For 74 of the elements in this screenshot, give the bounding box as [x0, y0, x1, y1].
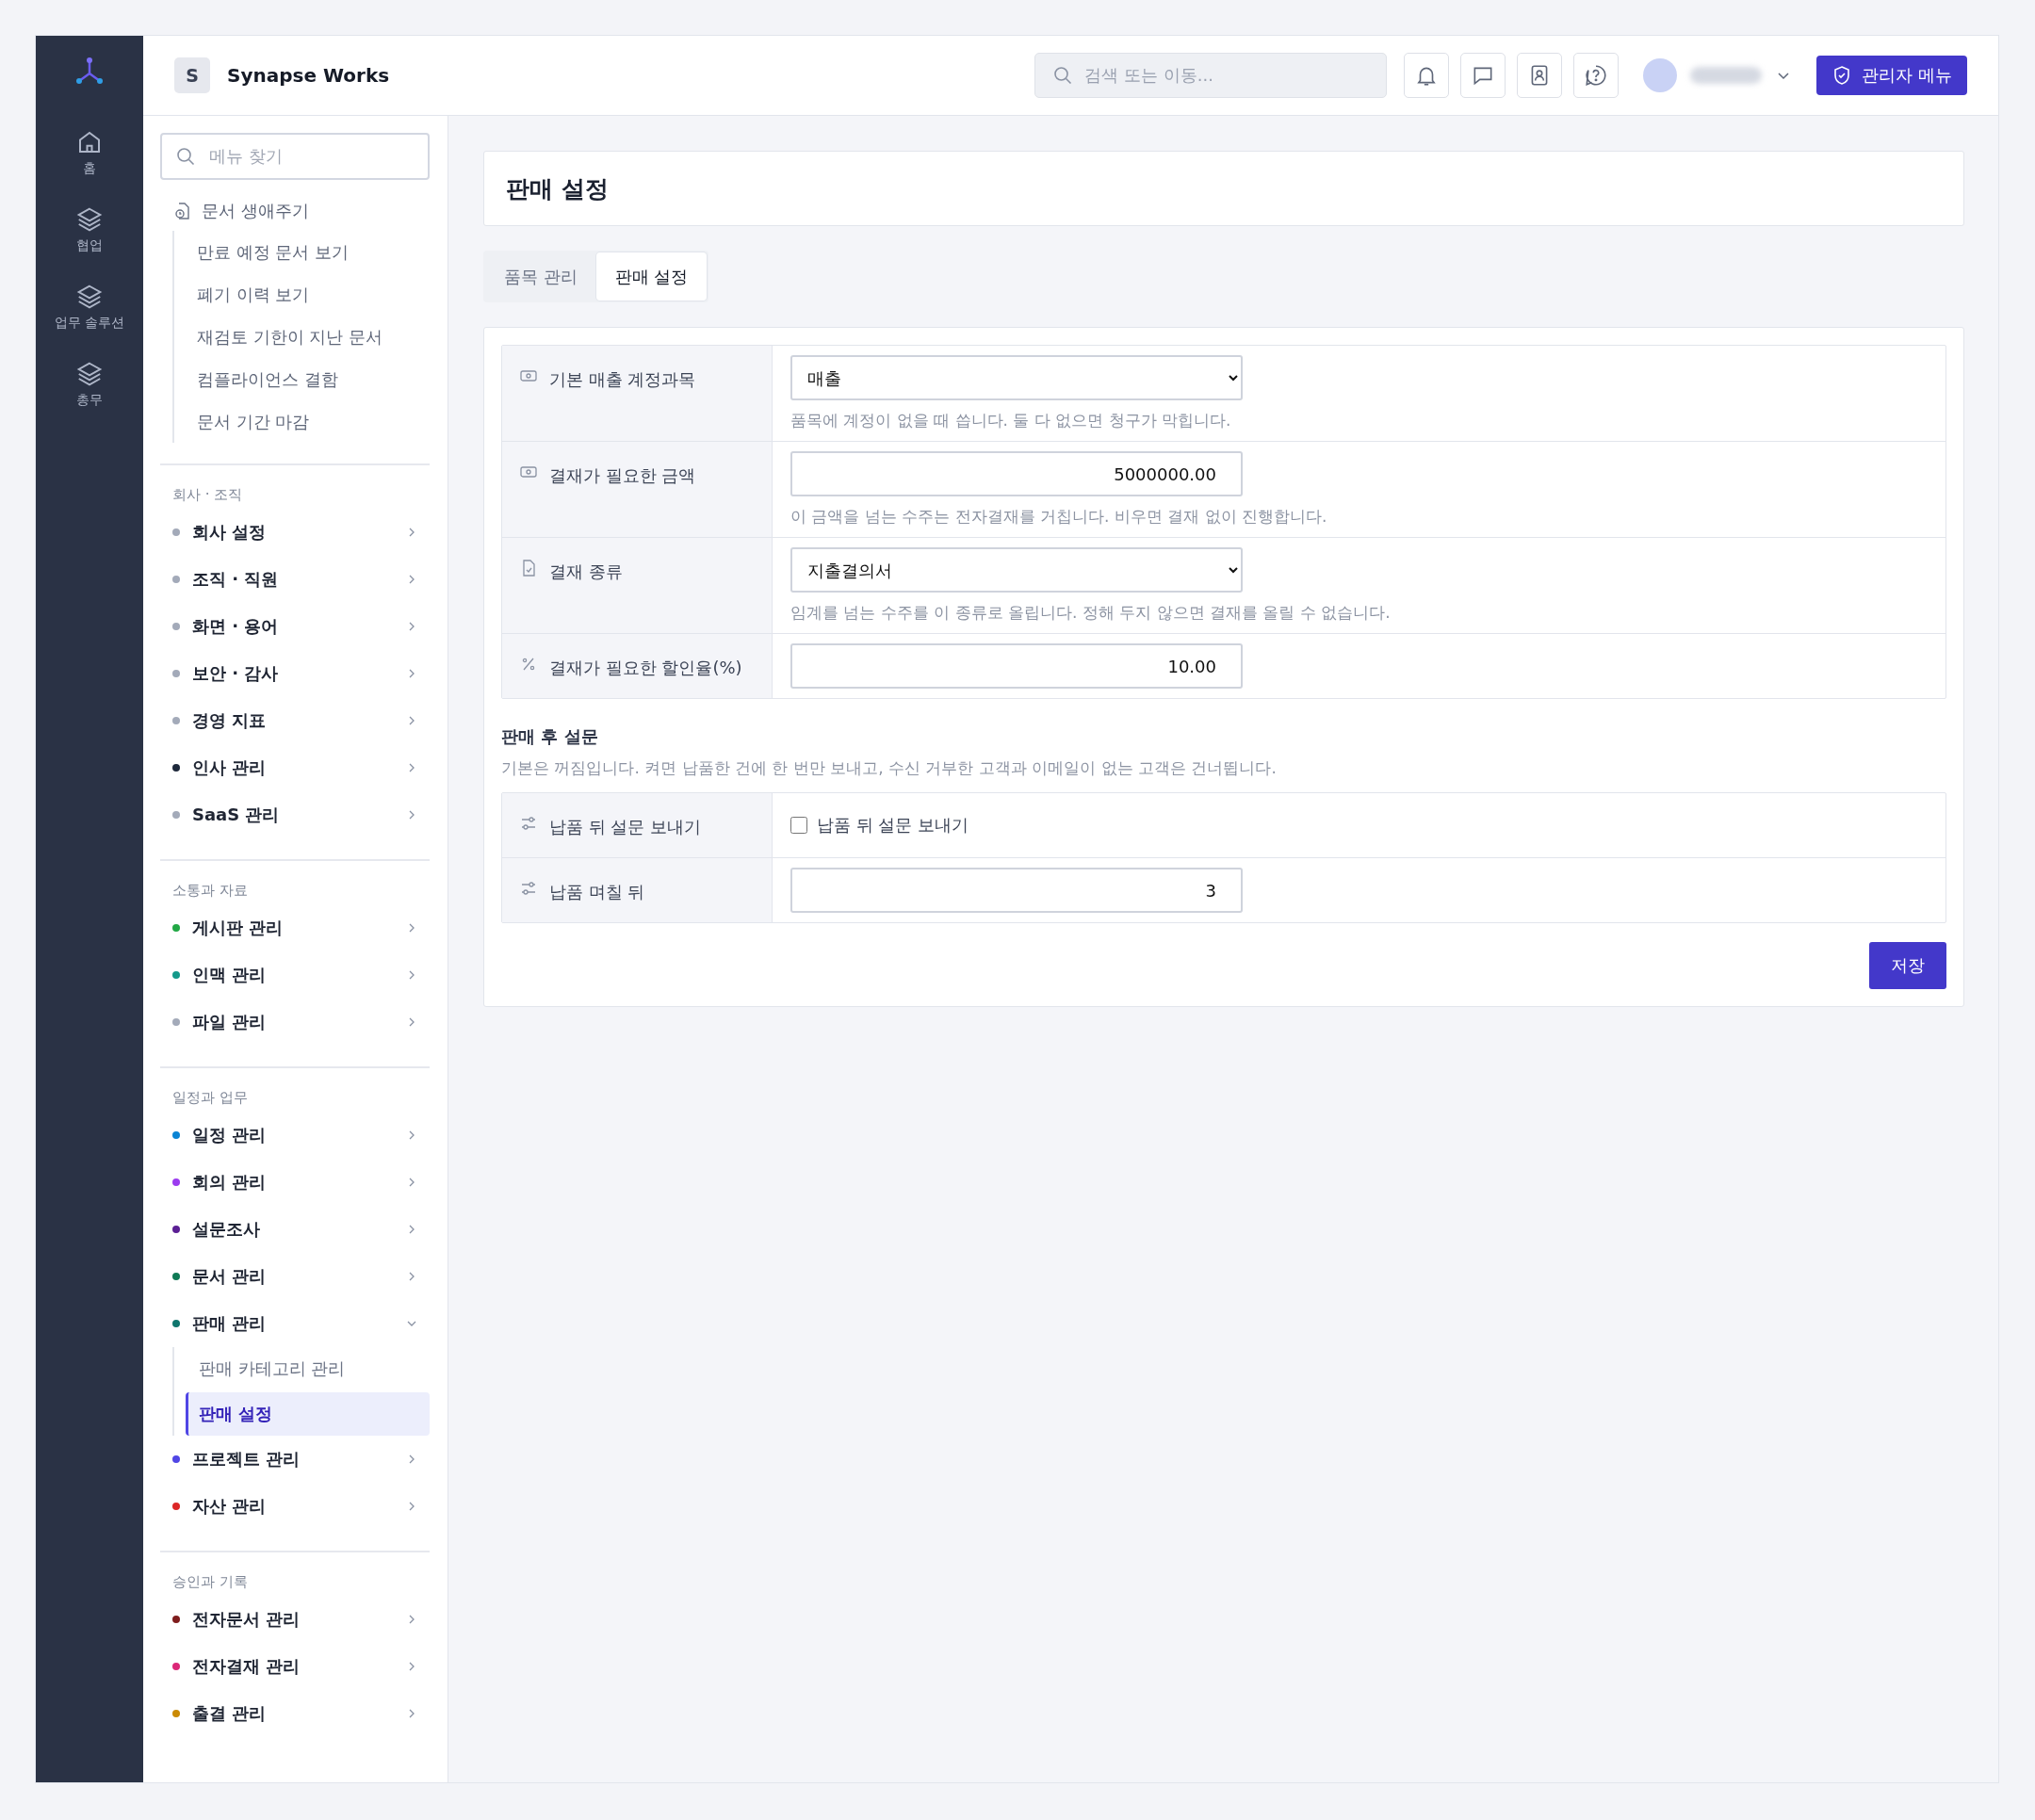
document-clock-icon	[173, 202, 192, 220]
tree-item[interactable]: 컴플라이언스 결함	[197, 358, 430, 400]
nav-item[interactable]: 파일 관리	[160, 999, 430, 1046]
page-title: 판매 설정	[506, 173, 609, 204]
field-label: 납품 며칠 뒤	[502, 858, 773, 922]
sliders-icon	[519, 879, 538, 898]
save-button[interactable]: 저장	[1869, 942, 1946, 989]
rail-nav-item[interactable]: 업무 솔루션	[42, 279, 137, 335]
nav-item[interactable]: 경영 지표	[160, 697, 430, 744]
notifications-button[interactable]	[1404, 53, 1450, 98]
nav-item[interactable]: 출결 관리	[160, 1690, 430, 1737]
tree-item[interactable]: 문서 기간 마감	[197, 400, 430, 443]
help-text: 임계를 넘는 수주를 이 종류로 올립니다. 정해 두지 않으면 결재를 올릴 수 없습니다.	[790, 602, 1392, 624]
contacts-button[interactable]	[1517, 53, 1563, 98]
search-icon	[175, 146, 196, 167]
nav-item[interactable]: 회사 설정	[160, 509, 430, 556]
nav-item[interactable]: 자산 관리	[160, 1483, 430, 1530]
tree-item[interactable]: 재검토 기한이 지난 문서	[197, 316, 430, 358]
help-text: 이 금액을 넘는 수주는 전자결재를 거칩니다. 비우면 결재 없이 진행합니다.	[790, 506, 1328, 528]
nav-item[interactable]: 문서 관리	[160, 1253, 430, 1300]
field-label: 결재가 필요한 할인율(%)	[502, 634, 773, 698]
section-heading: 소통과 자료	[172, 880, 249, 901]
nav-item[interactable]: 전자결재 관리	[160, 1643, 430, 1690]
sliders-icon	[519, 814, 538, 833]
number-input[interactable]: 5000000.00	[790, 451, 1243, 496]
nav-item[interactable]: 회의 관리	[160, 1159, 430, 1206]
tab[interactable]: 판매 설정	[595, 252, 708, 301]
brand-logo: S	[174, 57, 210, 93]
nav-item[interactable]: 전자문서 관리	[160, 1596, 430, 1643]
tree-item[interactable]: 폐기 이력 보기	[197, 273, 430, 316]
section-heading: 회사 · 조직	[172, 484, 244, 505]
tree-item[interactable]: 만료 예정 문서 보기	[197, 231, 430, 273]
section-description: 기본은 꺼짐입니다. 켜면 납품한 건에 한 번만 보내고, 수신 거부한 고객과 이메일이 없는 고객은 건너뜁니다.	[501, 757, 1278, 779]
field-label: 결재가 필요한 금액	[502, 442, 773, 537]
tab[interactable]: 품목 관리	[485, 252, 596, 301]
number-input[interactable]: 10.00	[790, 643, 1243, 689]
nav-item[interactable]: SaaS 관리	[160, 791, 430, 838]
submenu-item[interactable]: 판매 설정	[186, 1392, 430, 1436]
nav-item[interactable]: 인맥 관리	[160, 951, 430, 999]
nav-item[interactable]: 조직 · 직원	[160, 556, 430, 603]
field-label: 기본 매출 계정과목	[502, 346, 773, 441]
tree-group-header[interactable]: 문서 생애주기	[173, 197, 430, 225]
nav-item[interactable]: 설문조사	[160, 1206, 430, 1253]
rail-nav-item[interactable]: 홈	[42, 124, 137, 181]
dropdown[interactable]: 지출결의서	[790, 547, 1243, 593]
submenu-item[interactable]: 판매 카테고리 관리	[186, 1347, 430, 1390]
checkbox[interactable]	[790, 817, 807, 834]
rail-nav-item[interactable]: 협업	[42, 202, 137, 258]
dropdown[interactable]: 매출	[790, 355, 1243, 400]
help-button[interactable]	[1573, 53, 1620, 98]
nav-item[interactable]: 보안 · 감사	[160, 650, 430, 697]
help-icon	[1584, 63, 1609, 88]
number-input[interactable]: 3	[790, 868, 1243, 913]
section-heading: 판매 후 설문	[501, 725, 599, 748]
nav-item[interactable]: 프로젝트 관리	[160, 1436, 430, 1483]
layers-icon	[75, 283, 104, 311]
section-heading: 승인과 기록	[172, 1571, 249, 1592]
rail-nav-item[interactable]: 총무	[42, 356, 137, 413]
nav-item[interactable]: 판매 관리	[160, 1300, 430, 1347]
messages-button[interactable]	[1460, 53, 1506, 98]
nav-item[interactable]: 일정 관리	[160, 1112, 430, 1159]
section-heading: 일정과 업무	[172, 1087, 249, 1108]
nav-item[interactable]: 인사 관리	[160, 744, 430, 791]
field-label: 결재 종류	[502, 538, 773, 633]
field-label: 납품 뒤 설문 보내기	[502, 793, 773, 857]
nav-item[interactable]: 게시판 관리	[160, 904, 430, 951]
brand-name: Synapse Works	[227, 64, 390, 87]
admin-menu-button[interactable]: 관리자 메뉴	[1816, 56, 1967, 95]
layers-icon	[75, 360, 104, 388]
help-text: 품목에 계정이 없을 때 씁니다. 둘 다 없으면 청구가 막힙니다.	[790, 410, 1232, 431]
layers-icon	[75, 205, 104, 234]
search-icon	[1052, 65, 1074, 86]
nav-item[interactable]: 화면 · 용어	[160, 603, 430, 650]
checkbox-label[interactable]: 납품 뒤 설문 보내기	[817, 814, 969, 837]
